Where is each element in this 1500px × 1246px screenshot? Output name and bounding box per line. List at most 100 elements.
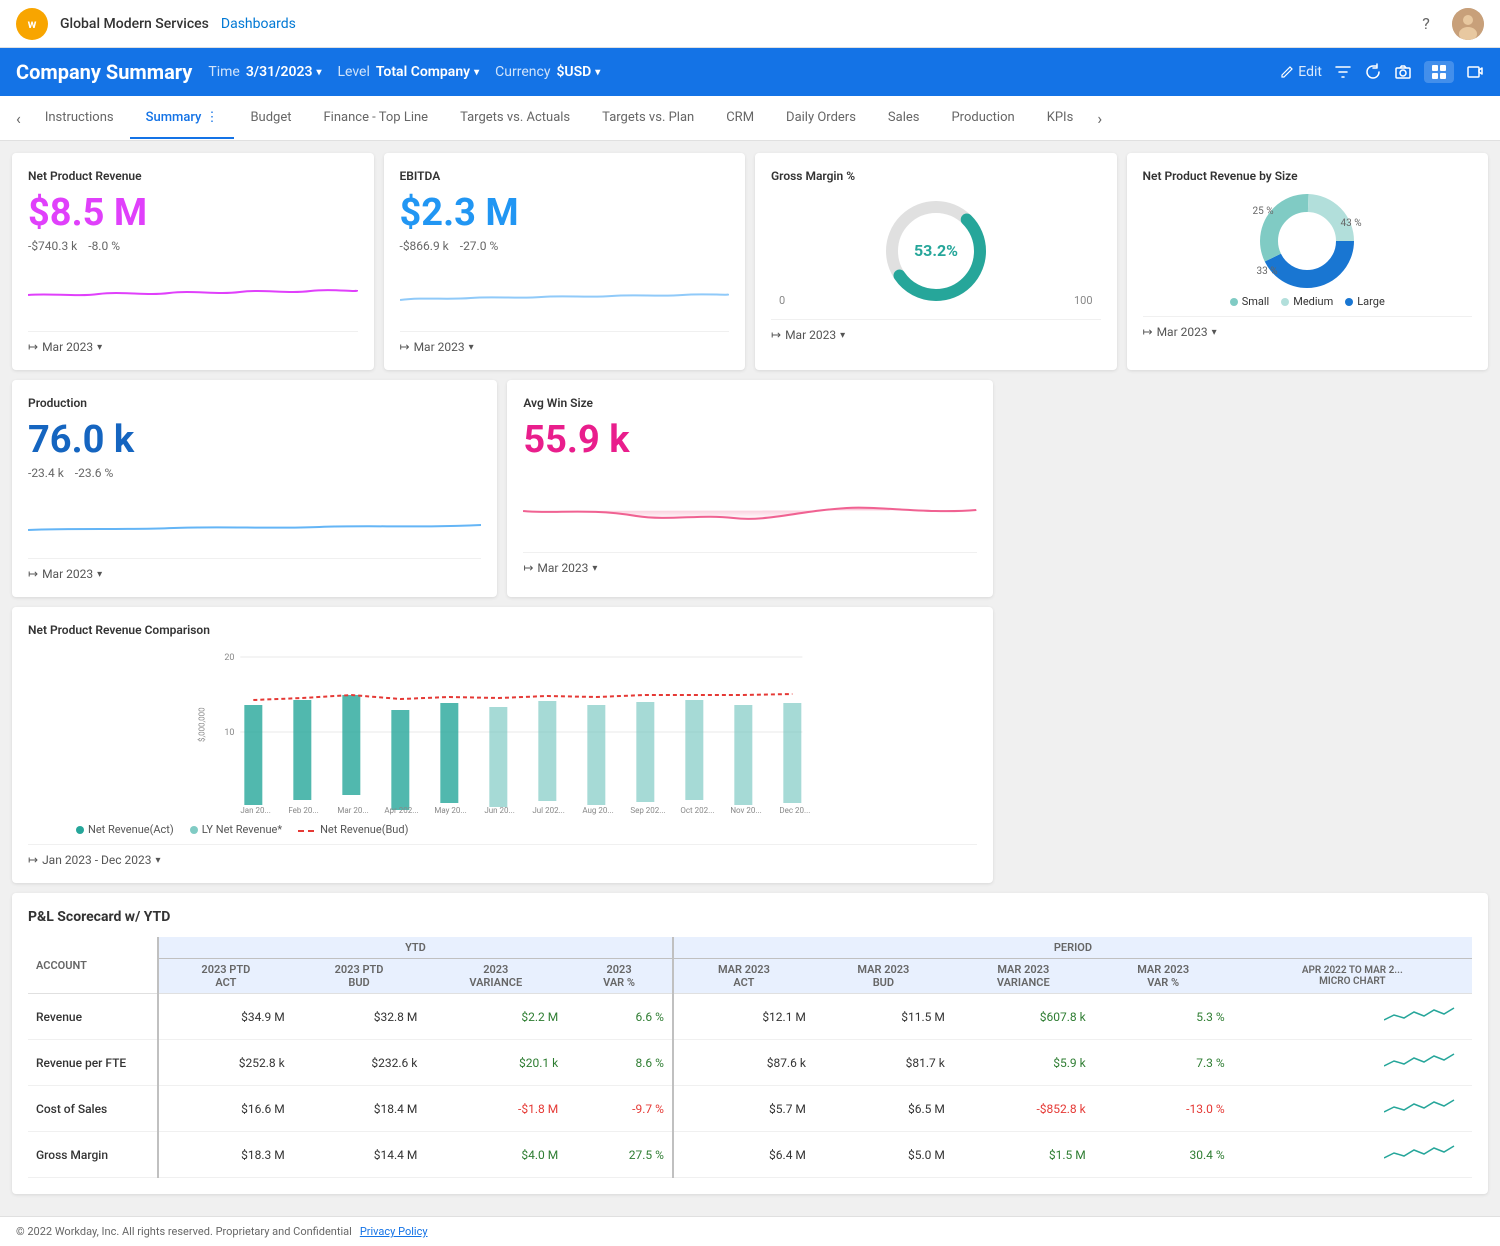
time-value[interactable]: 3/31/2023 ▾	[246, 64, 322, 80]
account-header: ACCOUNT	[28, 937, 158, 994]
size-donut-chart: 25 % 43 % 33 %	[1143, 191, 1473, 291]
table-row: Gross Margin $18.3 M $14.4 M $4.0 M 27.5…	[28, 1132, 1472, 1178]
legend-medium: Medium	[1281, 295, 1333, 308]
micro-chart-cell	[1233, 994, 1472, 1040]
grid-icon[interactable]	[1424, 61, 1454, 83]
net-product-revenue-by-size-title: Net Product Revenue by Size	[1143, 169, 1473, 183]
mar-var-pct-cell: 5.3 %	[1094, 994, 1233, 1040]
svg-text:Oct 202...: Oct 202...	[680, 806, 714, 815]
net-product-revenue-by-size-footer[interactable]: ↦ Mar 2023 ▾	[1143, 316, 1473, 339]
svg-text:53.2%: 53.2%	[914, 241, 958, 260]
production-footer[interactable]: ↦ Mar 2023 ▾	[28, 558, 481, 581]
net-product-revenue-value: $8.5 M	[28, 191, 358, 235]
currency-value[interactable]: $USD ▾	[556, 64, 600, 80]
net-product-revenue-footer[interactable]: ↦ Mar 2023 ▾	[28, 331, 358, 354]
comparison-footer[interactable]: ↦ Jan 2023 - Dec 2023 ▾	[28, 844, 977, 867]
level-chevron: ▾	[474, 67, 479, 78]
tab-kpis[interactable]: KPIs	[1031, 98, 1090, 139]
tab-next-button[interactable]: ›	[1089, 96, 1110, 140]
ebitda-chevron: ▾	[469, 342, 474, 353]
ebitda-footer[interactable]: ↦ Mar 2023 ▾	[400, 331, 730, 354]
micro-sparkline	[1384, 1046, 1464, 1076]
svg-text:Mar 20...: Mar 20...	[337, 806, 368, 815]
svg-text:33 %: 33 %	[1257, 266, 1278, 277]
legend-act: Net Revenue(Act)	[76, 823, 174, 836]
header-actions: Edit	[1280, 61, 1484, 83]
tab-prev-button[interactable]: ‹	[8, 96, 29, 140]
svg-text:43 %: 43 %	[1341, 218, 1362, 229]
svg-text:Apr 202...: Apr 202...	[384, 806, 418, 815]
svg-text:$,000,000: $,000,000	[197, 707, 206, 742]
level-param: Level Total Company ▾	[337, 64, 479, 80]
ytd-act-cell: $34.9 M	[158, 994, 293, 1040]
dashboards-link[interactable]: Dashboards	[221, 16, 296, 32]
tab-targets-plan[interactable]: Targets vs. Plan	[586, 98, 710, 139]
table-row: Cost of Sales $16.6 M $18.4 M -$1.8 M -9…	[28, 1086, 1472, 1132]
account-cell: Gross Margin	[28, 1132, 158, 1178]
table-row: Revenue $34.9 M $32.8 M $2.2 M 6.6 % $12…	[28, 994, 1472, 1040]
mar-var-pct-header: MAR 2023VAR %	[1094, 959, 1233, 994]
footer: © 2022 Workday, Inc. All rights reserved…	[0, 1216, 1500, 1246]
mar-bud-cell: $11.5 M	[814, 994, 953, 1040]
net-product-revenue-comparison-card: Net Product Revenue Comparison 20 10 $,0…	[12, 607, 993, 883]
tab-finance[interactable]: Finance - Top Line	[307, 98, 444, 139]
camera-icon[interactable]	[1394, 63, 1412, 81]
micro-sparkline	[1384, 1000, 1464, 1030]
mar-var-cell: $5.9 k	[953, 1040, 1094, 1086]
net-product-revenue-card: Net Product Revenue $8.5 M -$740.3 k -8.…	[12, 153, 374, 370]
micro-chart-cell	[1233, 1040, 1472, 1086]
tab-sales[interactable]: Sales	[872, 98, 936, 139]
edit-button[interactable]: Edit	[1280, 64, 1322, 80]
svg-text:Dec 20...: Dec 20...	[779, 806, 810, 815]
tab-instructions[interactable]: Instructions	[29, 98, 130, 139]
comparison-legend: Net Revenue(Act) LY Net Revenue* Net Rev…	[76, 823, 977, 836]
header-bar: Company Summary Time 3/31/2023 ▾ Level T…	[0, 48, 1500, 96]
avg-win-size-footer[interactable]: ↦ Mar 2023 ▾	[523, 552, 976, 575]
top-nav: w Global Modern Services Dashboards ?	[0, 0, 1500, 48]
account-cell: Revenue	[28, 994, 158, 1040]
tab-daily-orders[interactable]: Daily Orders	[770, 98, 872, 139]
page-title: Company Summary	[16, 60, 192, 84]
ytd-var-cell: $4.0 M	[425, 1132, 566, 1178]
privacy-policy-link[interactable]: Privacy Policy	[360, 1225, 428, 1238]
ytd-var-cell: $2.2 M	[425, 994, 566, 1040]
workday-logo: w	[16, 8, 48, 40]
gross-margin-card: Gross Margin % 53.2% 0 100 ↦ Mar 2023 ▾	[755, 153, 1117, 370]
mar-var-pct-cell: 30.4 %	[1094, 1132, 1233, 1178]
tab-menu-icon[interactable]: ⋮	[205, 110, 218, 125]
svg-text:Jun 20...: Jun 20...	[484, 806, 515, 815]
svg-text:10: 10	[224, 728, 234, 738]
tab-targets-actuals[interactable]: Targets vs. Actuals	[444, 98, 586, 139]
net-product-revenue-sparkline	[28, 265, 358, 315]
tab-bar: ‹ Instructions Summary ⋮ Budget Finance …	[0, 96, 1500, 141]
mar-bud-cell: $6.5 M	[814, 1086, 953, 1132]
gross-margin-footer[interactable]: ↦ Mar 2023 ▾	[771, 319, 1101, 342]
tab-summary[interactable]: Summary ⋮	[130, 98, 235, 139]
time-param: Time 3/31/2023 ▾	[208, 64, 321, 80]
svg-text:Sep 202...: Sep 202...	[630, 806, 665, 815]
net-product-revenue-chevron: ▾	[97, 342, 102, 353]
micro-chart-cell	[1233, 1132, 1472, 1178]
legend-small: Small	[1230, 295, 1270, 308]
ytd-act-cell: $16.6 M	[158, 1086, 293, 1132]
help-icon[interactable]: ?	[1412, 10, 1440, 38]
user-avatar[interactable]	[1452, 8, 1484, 40]
mar-act-cell: $87.6 k	[673, 1040, 814, 1086]
ebitda-sparkline	[400, 265, 730, 315]
period-group-header: PERIOD	[673, 937, 1472, 959]
video-icon[interactable]	[1466, 63, 1484, 81]
refresh-icon[interactable]	[1364, 63, 1382, 81]
production-card: Production 76.0 k -23.4 k -23.6 % ↦ Mar …	[12, 380, 497, 597]
filter-icon[interactable]	[1334, 63, 1352, 81]
ytd-bud-cell: $14.4 M	[293, 1132, 426, 1178]
svg-text:Nov 20...: Nov 20...	[730, 806, 761, 815]
net-product-revenue-title: Net Product Revenue	[28, 169, 358, 183]
tab-production[interactable]: Production	[935, 98, 1030, 139]
micro-chart-header: APR 2022 TO MAR 2...MICRO CHART	[1233, 959, 1472, 994]
level-value[interactable]: Total Company ▾	[376, 64, 479, 80]
ebitda-value: $2.3 M	[400, 191, 730, 235]
tab-budget[interactable]: Budget	[234, 98, 307, 139]
micro-sparkline	[1384, 1092, 1464, 1122]
top-cards-row: Net Product Revenue $8.5 M -$740.3 k -8.…	[12, 153, 1488, 370]
tab-crm[interactable]: CRM	[710, 98, 770, 139]
